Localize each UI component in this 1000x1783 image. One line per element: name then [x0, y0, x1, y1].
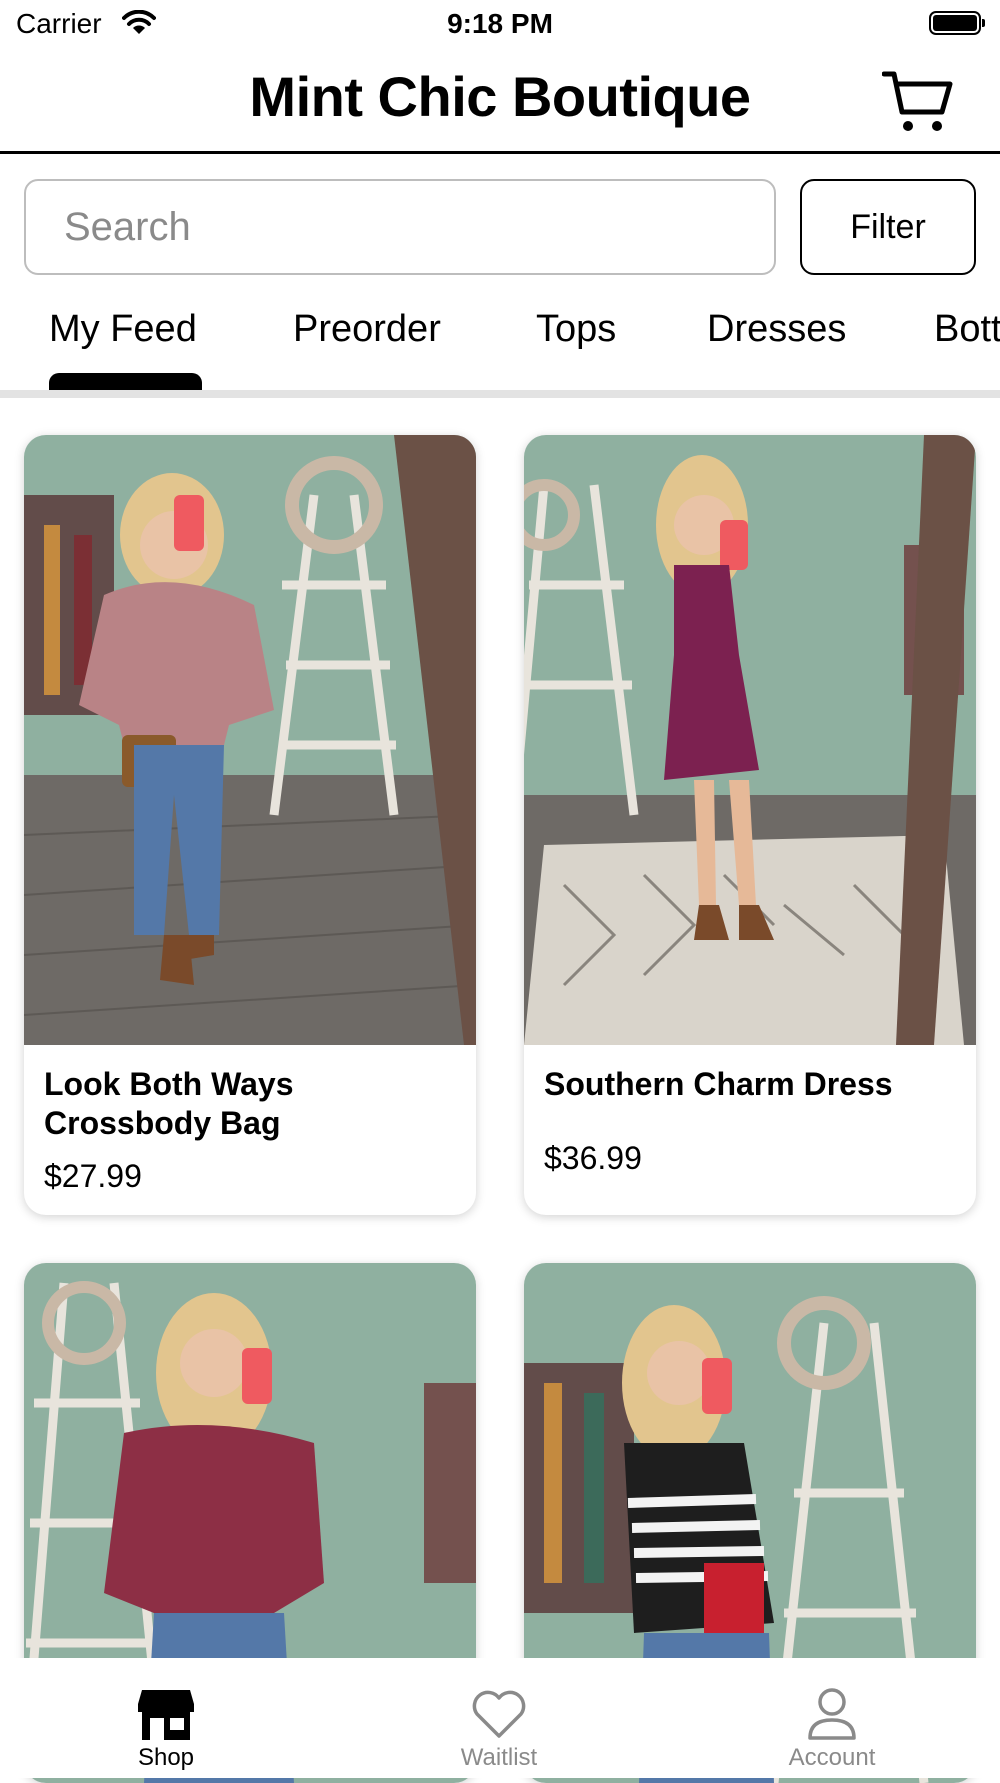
- product-card[interactable]: Look Both Ways Crossbody Bag $27.99: [24, 435, 476, 1215]
- bottom-tab-bar: Shop Waitlist Account: [0, 1658, 1000, 1778]
- tab-bottoms[interactable]: Bott: [934, 308, 1000, 351]
- nav-account-label: Account: [788, 1744, 876, 1771]
- cart-icon[interactable]: [882, 68, 954, 136]
- person-icon: [808, 1688, 856, 1740]
- store-title: Mint Chic Boutique: [249, 65, 751, 128]
- nav-account[interactable]: Account: [732, 1658, 932, 1778]
- tab-preorder[interactable]: Preorder: [293, 308, 441, 351]
- product-price: $36.99: [544, 1140, 642, 1176]
- tab-dresses[interactable]: Dresses: [707, 308, 846, 351]
- product-photo[interactable]: [524, 435, 976, 1045]
- search-input[interactable]: [64, 181, 754, 273]
- filter-button[interactable]: Filter: [800, 179, 976, 275]
- app-header: Mint Chic Boutique: [0, 50, 1000, 154]
- product-photo[interactable]: [24, 435, 476, 1045]
- nav-shop[interactable]: Shop: [66, 1658, 266, 1778]
- product-card[interactable]: Southern Charm Dress $36.99: [524, 435, 976, 1215]
- nav-waitlist[interactable]: Waitlist: [399, 1658, 599, 1778]
- product-name[interactable]: Look Both Ways Crossbody Bag: [44, 1065, 454, 1143]
- tab-tops[interactable]: Tops: [536, 308, 616, 351]
- storefront-icon: [138, 1690, 194, 1740]
- nav-waitlist-label: Waitlist: [460, 1744, 538, 1771]
- tab-selected-indicator: [49, 373, 202, 390]
- heart-icon: [472, 1690, 526, 1738]
- category-tabs: My Feed Preorder Tops Dresses Bott: [0, 300, 1000, 390]
- search-box[interactable]: [24, 179, 776, 275]
- battery-icon: [929, 11, 985, 35]
- product-price: $27.99: [44, 1158, 142, 1194]
- nav-shop-label: Shop: [137, 1744, 195, 1771]
- clock: 9:18 PM: [447, 8, 553, 39]
- tab-my-feed[interactable]: My Feed: [49, 308, 197, 351]
- status-bar: Carrier 9:18 PM: [0, 0, 1000, 50]
- tabs-divider: [0, 390, 1000, 398]
- product-name[interactable]: Southern Charm Dress: [544, 1065, 954, 1104]
